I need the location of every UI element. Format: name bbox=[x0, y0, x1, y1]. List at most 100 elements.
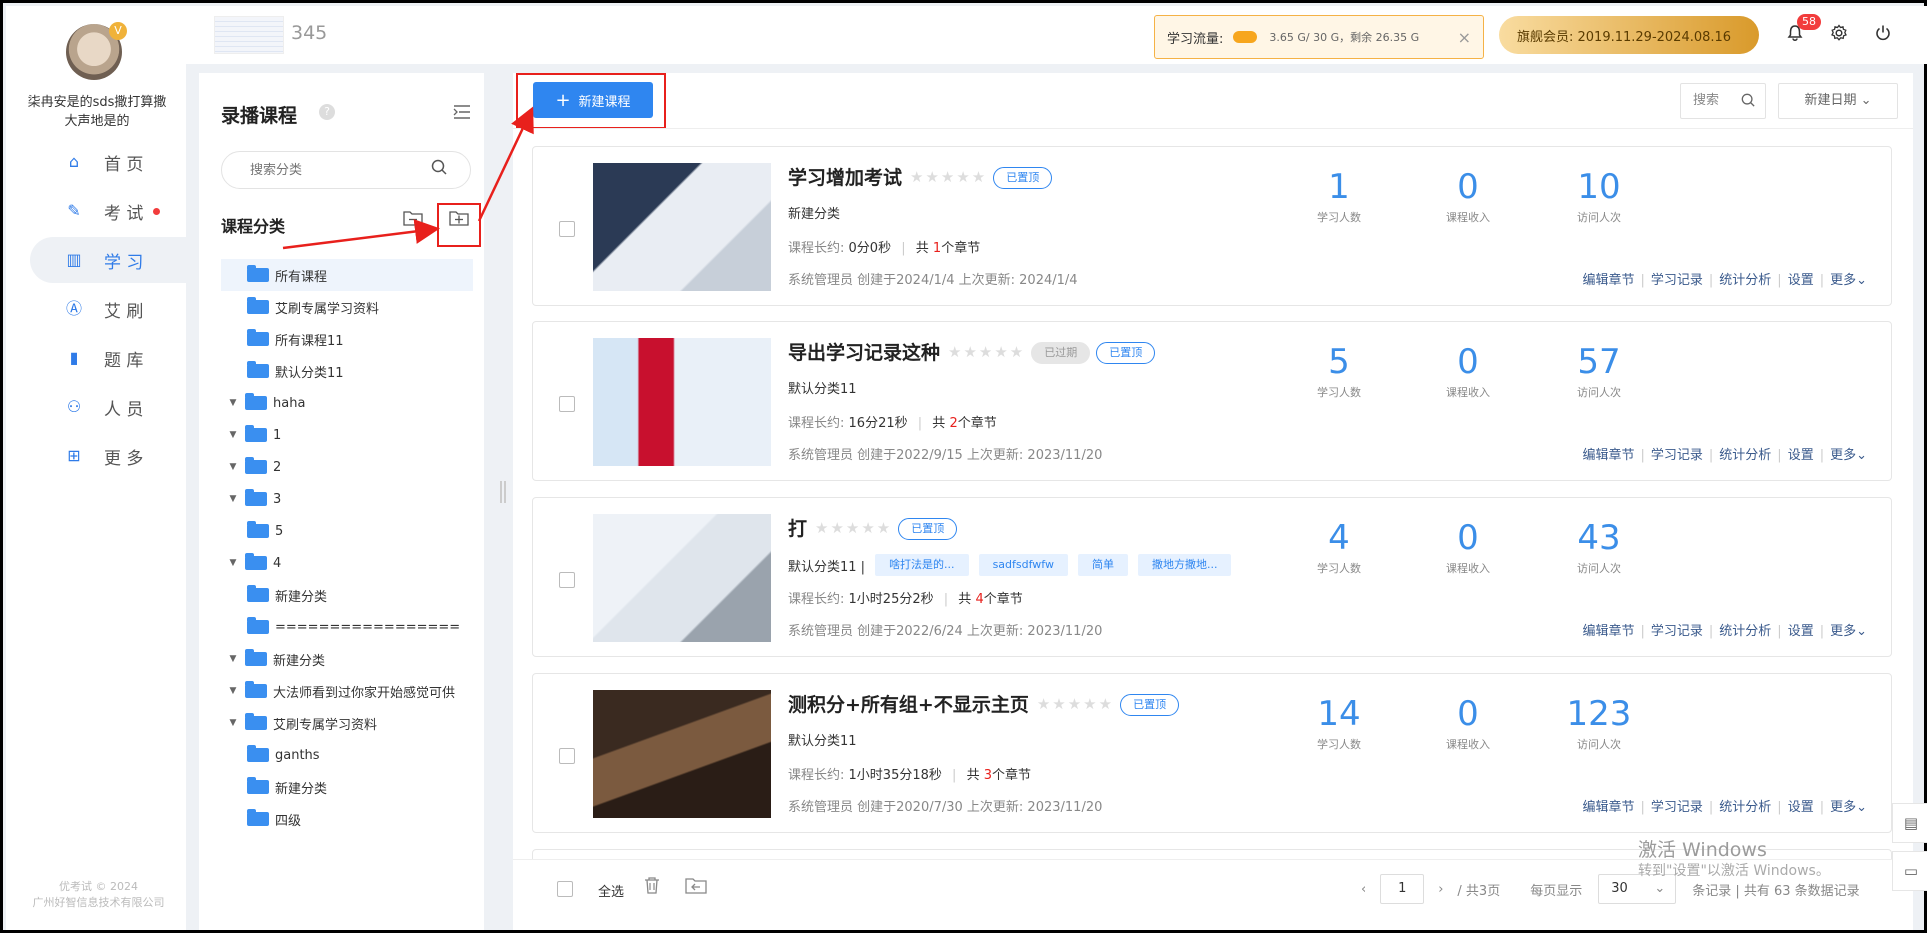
course-action-link[interactable]: 统计分析 bbox=[1719, 800, 1771, 815]
folder-icon bbox=[247, 521, 269, 538]
course-thumbnail[interactable] bbox=[593, 690, 771, 818]
collapse-folder-icon[interactable] bbox=[401, 209, 425, 233]
caret-down-icon[interactable]: ▼ bbox=[227, 558, 239, 568]
page-number-input[interactable]: 1 bbox=[1380, 874, 1425, 904]
course-checkbox[interactable] bbox=[559, 396, 575, 412]
course-checkbox[interactable] bbox=[559, 572, 575, 588]
course-title[interactable]: 测积分+所有组+不显示主页 bbox=[788, 694, 1029, 716]
learners-stat: 1 学习人数 bbox=[1289, 167, 1389, 225]
course-action-link[interactable]: 统计分析 bbox=[1719, 273, 1771, 288]
caret-down-icon[interactable]: ▼ bbox=[227, 430, 239, 440]
tree-node[interactable]: 默认分类11 bbox=[221, 355, 473, 387]
course-title[interactable]: 打 bbox=[788, 518, 807, 540]
tree-node[interactable]: ▼ 2 bbox=[221, 451, 473, 483]
nav-home[interactable]: ⌂ 首 页 bbox=[30, 139, 190, 185]
course-action-link[interactable]: 统计分析 bbox=[1719, 624, 1771, 639]
course-action-link[interactable]: 设置 bbox=[1788, 448, 1814, 463]
search-icon[interactable] bbox=[431, 159, 447, 179]
course-title[interactable]: 导出学习记录这种 bbox=[788, 342, 940, 364]
collapse-menu-icon[interactable] bbox=[453, 104, 471, 123]
course-actions: 编辑章节 | 学习记录 | 统计分析 | 设置 | 更多⌄ bbox=[1582, 624, 1867, 639]
new-course-button[interactable]: + 新建课程 bbox=[533, 82, 653, 118]
nav-people[interactable]: ⚇ 人 员 bbox=[30, 384, 190, 430]
course-thumbnail[interactable] bbox=[593, 514, 771, 642]
course-duration: 课程长约: 1小时25分2秒 | 共 4个章节 bbox=[788, 592, 1023, 607]
nav-study[interactable]: ▥ 学 习 bbox=[30, 237, 190, 283]
course-action-link[interactable]: 更多⌄ bbox=[1830, 448, 1867, 463]
course-title[interactable]: 学习增加考试 bbox=[788, 167, 902, 189]
trash-icon[interactable] bbox=[643, 876, 661, 899]
tree-node[interactable]: ▼ 艾刷专属学习资料 bbox=[221, 707, 473, 739]
course-card[interactable]: 测积分+所有组+不显示主页 ★★★★★ 已置顶 默认分类11 课程长约: 1小时35… bbox=[532, 673, 1892, 833]
panel-resize-handle[interactable] bbox=[500, 481, 506, 503]
course-action-link[interactable]: 编辑章节 bbox=[1582, 273, 1634, 288]
course-action-link[interactable]: 学习记录 bbox=[1651, 448, 1703, 463]
logo-image[interactable] bbox=[214, 16, 284, 54]
tag-chip[interactable]: 啥打法是的... bbox=[875, 554, 969, 576]
course-action-link[interactable]: 编辑章节 bbox=[1582, 448, 1634, 463]
course-action-link[interactable]: 设置 bbox=[1788, 624, 1814, 639]
tree-node[interactable]: ▼ 1 bbox=[221, 419, 473, 451]
sort-dropdown[interactable]: 新建日期 ⌄ bbox=[1778, 83, 1898, 119]
course-thumbnail[interactable] bbox=[593, 338, 771, 466]
course-checkbox[interactable] bbox=[559, 221, 575, 237]
course-action-link[interactable]: 统计分析 bbox=[1719, 448, 1771, 463]
nav-exam[interactable]: ✎ 考 试 bbox=[30, 188, 190, 234]
course-action-link[interactable]: 设置 bbox=[1788, 800, 1814, 815]
chat-float-icon[interactable]: ▭ bbox=[1892, 851, 1927, 891]
select-all-checkbox[interactable] bbox=[557, 881, 573, 897]
caret-down-icon[interactable]: ▼ bbox=[227, 686, 239, 696]
tag-chip[interactable]: 撒地方撒地... bbox=[1137, 554, 1232, 576]
course-card[interactable]: 学习增加考试 ★★★★★ 已置顶 新建分类 课程长约: 0分0秒 | 共 1个章节 … bbox=[532, 146, 1892, 306]
tree-node[interactable]: 新建分类 bbox=[221, 771, 473, 803]
tree-node[interactable]: ================= bbox=[221, 611, 473, 643]
caret-down-icon[interactable]: ▼ bbox=[227, 398, 239, 408]
select-all-label[interactable]: 全选 bbox=[598, 881, 624, 900]
nav-more[interactable]: ⊞ 更 多 bbox=[30, 433, 190, 479]
tree-node[interactable]: ▼ 4 bbox=[221, 547, 473, 579]
membership-badge[interactable]: 旗舰会员: 2019.11.29-2024.08.16 bbox=[1499, 16, 1759, 54]
course-checkbox[interactable] bbox=[559, 748, 575, 764]
course-action-link[interactable]: 学习记录 bbox=[1651, 624, 1703, 639]
caret-down-icon[interactable]: ▼ bbox=[227, 654, 239, 664]
caret-down-icon[interactable]: ▼ bbox=[227, 462, 239, 472]
close-icon[interactable]: × bbox=[1458, 28, 1471, 47]
tree-node[interactable]: ▼ 大法师看到过你家开始感觉可供 bbox=[221, 675, 473, 707]
tree-node[interactable]: 所有课程 bbox=[221, 259, 473, 291]
tree-node[interactable]: 艾刷专属学习资料 bbox=[221, 291, 473, 323]
tree-node[interactable]: 四级 bbox=[221, 803, 473, 835]
tree-node[interactable]: 所有课程11 bbox=[221, 323, 473, 355]
gear-icon[interactable] bbox=[1828, 24, 1850, 46]
prev-page-icon[interactable]: ‹ bbox=[1361, 882, 1366, 897]
next-page-icon[interactable]: › bbox=[1438, 882, 1443, 897]
course-action-link[interactable]: 更多⌄ bbox=[1830, 273, 1867, 288]
course-card[interactable]: 导出学习记录这种 ★★★★★ 已过期 已置顶 默认分类11 课程长约: 16分21秒 … bbox=[532, 321, 1892, 481]
help-icon[interactable]: ? bbox=[319, 104, 335, 120]
tree-node[interactable]: ▼ 新建分类 bbox=[221, 643, 473, 675]
nav-brush[interactable]: Ⓐ 艾 刷 bbox=[30, 286, 190, 332]
course-action-link[interactable]: 学习记录 bbox=[1651, 800, 1703, 815]
income-amount: 0 bbox=[1457, 694, 1479, 734]
document-float-icon[interactable]: ▤ bbox=[1892, 803, 1927, 843]
course-card[interactable]: 打 ★★★★★ 已置顶 默认分类11 | 啥打法是的... sadfsdfwfw 简单 撒地… bbox=[532, 497, 1892, 657]
course-action-link[interactable]: 更多⌄ bbox=[1830, 800, 1867, 815]
tree-node[interactable]: 新建分类 bbox=[221, 579, 473, 611]
course-action-link[interactable]: 编辑章节 bbox=[1582, 624, 1634, 639]
course-search-input[interactable]: 搜索 bbox=[1680, 83, 1766, 119]
course-action-link[interactable]: 学习记录 bbox=[1651, 273, 1703, 288]
move-to-folder-icon[interactable] bbox=[685, 876, 707, 899]
course-thumbnail[interactable] bbox=[593, 163, 771, 291]
tree-node[interactable]: ▼ 3 bbox=[221, 483, 473, 515]
tree-node[interactable]: 5 bbox=[221, 515, 473, 547]
nav-question-bank[interactable]: ▮ 题 库 bbox=[30, 335, 190, 381]
course-action-link[interactable]: 编辑章节 bbox=[1582, 800, 1634, 815]
caret-down-icon[interactable]: ▼ bbox=[227, 494, 239, 504]
tree-node[interactable]: ganths bbox=[221, 739, 473, 771]
caret-down-icon[interactable]: ▼ bbox=[227, 718, 239, 728]
tag-chip[interactable]: sadfsdfwfw bbox=[978, 554, 1068, 576]
power-icon[interactable] bbox=[1872, 24, 1894, 46]
course-action-link[interactable]: 设置 bbox=[1788, 273, 1814, 288]
course-action-link[interactable]: 更多⌄ bbox=[1830, 624, 1867, 639]
tag-chip[interactable]: 简单 bbox=[1077, 554, 1128, 576]
tree-node[interactable]: ▼ haha bbox=[221, 387, 473, 419]
